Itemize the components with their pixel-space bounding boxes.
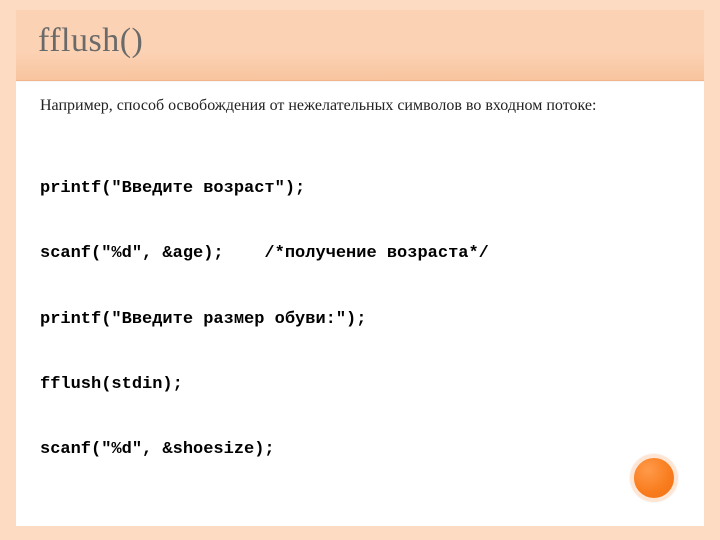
code-line: scanf("%d", &age); /*получение возраста*… — [40, 243, 680, 265]
intro-paragraph: Например, способ освобождения от нежелат… — [40, 95, 680, 117]
code-line: fflush(stdin); — [40, 374, 680, 396]
code-block: printf("Введите возраст"); scanf("%d", &… — [40, 135, 680, 505]
code-line: scanf("%d", &shoesize); — [40, 439, 680, 461]
slide-body: Например, способ освобождения от нежелат… — [16, 81, 704, 504]
decorative-circle-icon — [630, 454, 678, 502]
page-title: fflush() — [16, 10, 704, 81]
slide: fflush() Например, способ освобождения о… — [0, 0, 720, 540]
code-line: printf("Введите возраст"); — [40, 178, 680, 200]
code-line: printf("Введите размер обуви:"); — [40, 309, 680, 331]
